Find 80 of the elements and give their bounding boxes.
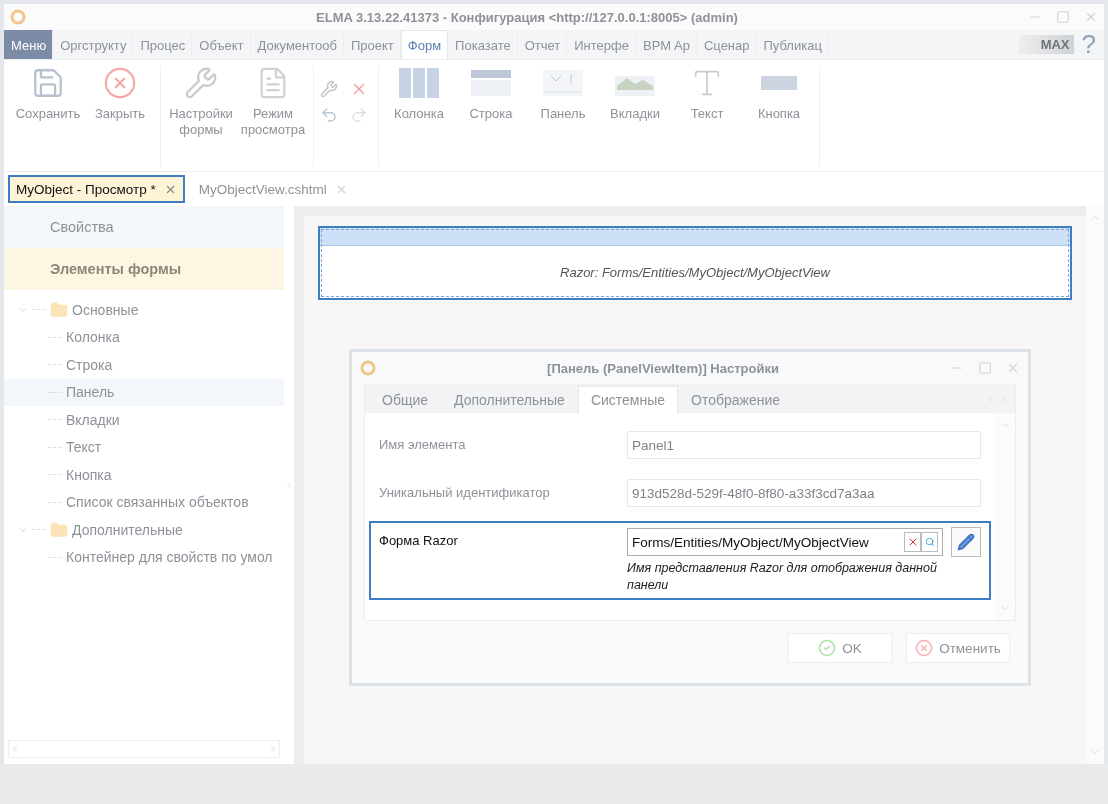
window-title: ELMA 3.13.22.41373 - Конфигурация <http://127.0.0.1:8005> (admin) [315, 9, 739, 25]
scrollbar[interactable] [1086, 206, 1104, 764]
toolbar-button[interactable]: Строка [469, 106, 513, 122]
folder-icon [50, 520, 68, 539]
edit-button[interactable] [951, 527, 981, 557]
clear-button[interactable] [904, 532, 921, 552]
input-field[interactable]: Forms/Entities/MyObject/MyObjectView [627, 528, 943, 556]
tree-item[interactable]: Строка [4, 351, 284, 379]
ribbon-tab[interactable]: Документооб [250, 30, 344, 59]
tree-item[interactable]: Панель [4, 378, 284, 406]
check-icon [818, 639, 837, 657]
field-label: Уникальный идентификатор [379, 484, 551, 502]
ribbon-tab[interactable]: Отчет [517, 30, 568, 59]
close-icon[interactable] [1084, 10, 1098, 24]
undo-icon[interactable] [320, 106, 338, 124]
ribbon-tab[interactable]: Процес [133, 30, 193, 59]
close-icon [103, 66, 137, 100]
maximize-icon[interactable] [978, 361, 992, 375]
close-icon[interactable] [1006, 361, 1020, 375]
wrench-icon [184, 66, 218, 100]
tree-item[interactable]: Колонка [4, 323, 284, 351]
cancel-icon [915, 639, 934, 657]
tree-item[interactable]: Основные [72, 301, 139, 318]
ribbon-tab[interactable]: Публикац [756, 30, 829, 59]
sidebar-section[interactable]: Элементы формы [4, 248, 284, 290]
search-button[interactable] [921, 532, 938, 552]
cancel-button[interactable]: Отменить [906, 633, 1010, 663]
pencil-icon [957, 533, 975, 551]
sidebar-section[interactable]: Свойства [4, 206, 284, 248]
toolbar-button[interactable]: Колонка [394, 106, 444, 122]
tree-item[interactable]: Кнопка [4, 461, 284, 489]
dialog-tab[interactable]: Дополнительные [441, 386, 578, 413]
input-field[interactable]: Panel1 [627, 431, 981, 459]
search-icon [924, 537, 935, 547]
columns-icon [397, 66, 441, 100]
toolbar-button[interactable]: Режим просмотра [239, 106, 307, 138]
tree-item[interactable]: Список связанных объектов [4, 488, 284, 516]
menu-button[interactable]: Меню [4, 30, 54, 59]
ribbon-tab[interactable]: Оргструкту [53, 30, 134, 59]
wrench-icon[interactable] [320, 80, 338, 98]
product-logo: MAX [1018, 35, 1074, 54]
ribbon-tab[interactable]: Интерфе [567, 30, 636, 59]
toolbar-button[interactable]: Настройки формы [167, 106, 235, 138]
ribbon-tab[interactable]: Проект [344, 30, 401, 59]
toolbar-button[interactable]: Вкладки [610, 106, 660, 122]
dialog-tab[interactable]: Системные [577, 386, 679, 413]
dialog-tab[interactable]: Отображение [678, 386, 794, 413]
input-field[interactable]: 913d528d-529f-48f0-8f80-a33f3cd7a3aa [627, 479, 981, 507]
document-tab[interactable]: MyObjectView.cshtml [190, 175, 356, 203]
panel-caption: Razor: Forms/Entities/MyObject/MyObjectView [560, 264, 830, 280]
toolbar-button[interactable]: Панель [540, 106, 586, 122]
toolbar-button[interactable]: Закрыть [94, 106, 146, 122]
toolbar-button[interactable]: Текст [690, 106, 724, 122]
field-label: Форма Razor [379, 532, 459, 550]
scrollbar[interactable] [995, 413, 1015, 620]
redo-icon[interactable] [350, 106, 368, 124]
ribbon-tab[interactable]: Показате [448, 30, 518, 59]
tree-item[interactable]: Контейнер для свойств по умол [4, 543, 284, 571]
ribbon-tab[interactable]: Сценар [696, 30, 757, 59]
document-tab[interactable]: MyObject - Просмотр * [8, 175, 185, 203]
tree-item[interactable]: Вкладки [4, 406, 284, 434]
help-button[interactable]: ? [1073, 29, 1104, 60]
ribbon-tab[interactable]: BPM Ap [636, 30, 697, 59]
folder-icon [50, 300, 68, 319]
save-icon [31, 66, 65, 100]
field-label: Имя элемента [379, 436, 467, 454]
app-logo-icon [10, 9, 26, 25]
form-panel[interactable]: Razor: Forms/Entities/MyObject/MyObjectView [318, 226, 1072, 300]
maximize-icon[interactable] [1056, 10, 1070, 24]
toolbar-button[interactable]: Кнопка [757, 106, 801, 122]
toolbar-button[interactable]: Сохранить [15, 106, 81, 122]
tree-item[interactable]: Дополнительные [72, 521, 183, 538]
ribbon-tab[interactable]: Форм [400, 30, 449, 59]
field-hint: Имя представления Razor для отображения данной панели [627, 560, 938, 594]
dialog-tab[interactable]: Общие [369, 386, 442, 413]
tree-item[interactable]: Текст [4, 433, 284, 461]
dialog-title: [Панель (PanelViewItem)] Настройки [546, 360, 780, 376]
ribbon-tab[interactable]: Объект [192, 30, 251, 59]
ok-button[interactable]: OK [788, 633, 892, 663]
app-logo-icon [360, 360, 376, 376]
